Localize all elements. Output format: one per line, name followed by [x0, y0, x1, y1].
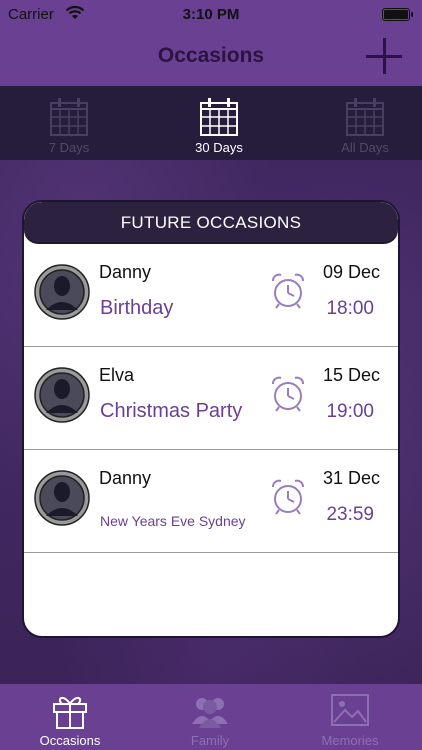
tab-family-label: Family — [190, 733, 230, 748]
occasion-date: 09 Dec — [322, 262, 380, 282]
battery-icon — [382, 8, 413, 21]
avatar-icon — [34, 264, 90, 320]
tab-memories-label: Memories — [321, 733, 379, 748]
card-title: FUTURE OCCASIONS — [24, 202, 398, 244]
status-bar: Carrier 3:10 PM — [0, 0, 422, 30]
occasion-title: Birthday — [100, 297, 174, 319]
tab-bar: Occasions Family Memories — [0, 684, 422, 750]
tab-occasions[interactable]: Occasions — [10, 690, 130, 748]
picture-icon — [331, 694, 369, 726]
alarm-clock-icon[interactable] — [270, 478, 306, 516]
occasion-row[interactable]: Danny New Years Eve Sydney 31 Dec 23:59 — [24, 450, 398, 553]
occasion-date: 15 Dec — [322, 365, 380, 385]
tab-memories[interactable]: Memories — [290, 690, 410, 748]
family-icon — [192, 698, 228, 728]
tab-all-days-label: All Days — [341, 140, 389, 155]
range-selector: 7 Days 30 Days All Days — [0, 86, 422, 160]
occasions-card: FUTURE OCCASIONS Danny Birthday 09 Dec 1… — [22, 200, 400, 638]
tab-7-days-label: 7 Days — [48, 140, 90, 155]
occasion-title: New Years Eve Sydney — [100, 513, 246, 529]
tab-7-days[interactable]: 7 Days — [19, 96, 119, 158]
occasion-title: Christmas Party — [100, 400, 243, 422]
alarm-clock-icon[interactable] — [270, 272, 306, 310]
tab-30-days-label: 30 Days — [195, 140, 243, 155]
navigation-bar: Carrier 3:10 PM Occasions — [0, 0, 422, 86]
occasion-row[interactable]: Elva Christmas Party 15 Dec 19:00 — [24, 347, 398, 450]
calendar-icon — [50, 98, 88, 136]
occasion-time: 23:59 — [326, 504, 374, 525]
occasion-time: 19:00 — [326, 401, 374, 422]
occasion-row[interactable]: Danny Birthday 09 Dec 18:00 — [24, 244, 398, 347]
person-name: Elva — [99, 365, 135, 385]
occasion-date: 31 Dec — [322, 468, 380, 488]
person-name: Danny — [99, 262, 152, 282]
avatar-icon — [34, 470, 90, 526]
tab-all-days[interactable]: All Days — [315, 96, 415, 158]
tab-30-days[interactable]: 30 Days — [169, 96, 269, 158]
status-time: 3:10 PM — [182, 6, 240, 23]
alarm-clock-icon[interactable] — [270, 375, 306, 413]
calendar-icon — [200, 98, 238, 136]
gift-icon — [53, 697, 87, 729]
add-occasion-button[interactable] — [366, 38, 402, 74]
tab-occasions-label: Occasions — [39, 733, 101, 748]
tab-family[interactable]: Family — [150, 690, 270, 748]
avatar-icon — [34, 367, 90, 423]
calendar-icon — [346, 98, 384, 136]
page-title: Occasions — [157, 44, 265, 67]
person-name: Danny — [99, 468, 152, 488]
occasion-time: 18:00 — [326, 298, 374, 319]
